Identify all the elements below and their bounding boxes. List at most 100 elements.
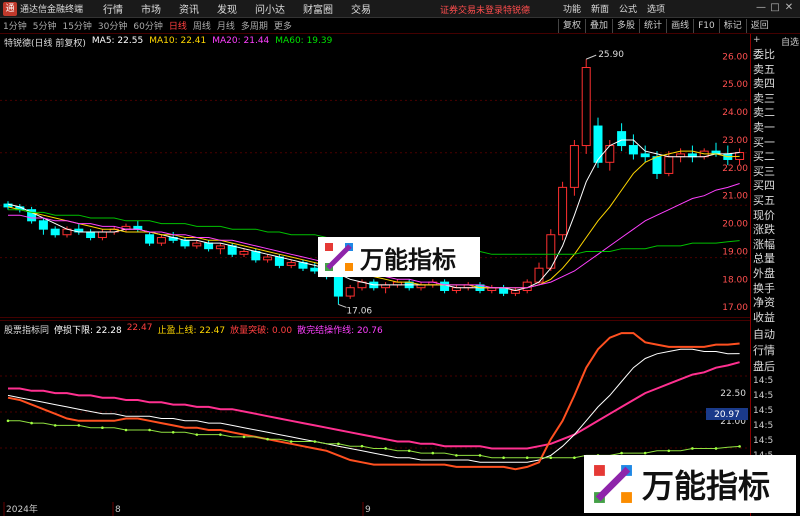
indicator-dot xyxy=(525,456,529,459)
options-button[interactable]: 选项 xyxy=(647,2,665,15)
indicator-dot xyxy=(77,424,81,427)
menu-item-trade[interactable]: 交易 xyxy=(351,1,371,16)
candle-body xyxy=(440,281,450,291)
tick-time: 14:5 xyxy=(753,406,774,416)
indicator-dot xyxy=(101,426,104,429)
candle-body xyxy=(215,245,225,250)
candle-body xyxy=(652,156,662,174)
menu-item-market[interactable]: 行情 xyxy=(103,1,123,16)
order-book-label: 卖四 xyxy=(753,77,775,91)
order-book-label: 收益 xyxy=(753,310,775,324)
candle-body xyxy=(227,245,237,255)
candle-body xyxy=(50,228,60,236)
price-axis-label: 24.00 xyxy=(722,108,748,118)
period-60min[interactable]: 60分钟 xyxy=(133,19,162,32)
date-axis-label: 8 xyxy=(115,505,121,515)
multi-stock-button[interactable]: 多股 xyxy=(612,19,639,33)
candle-body xyxy=(640,153,650,158)
sidebar-tab[interactable]: 自动 xyxy=(753,326,799,342)
login-status[interactable]: 证券交易未登录 xyxy=(440,3,503,16)
indicator-pink-line xyxy=(8,361,740,450)
price-axis-label: 18.00 xyxy=(722,275,748,285)
price-axis-label: 23.00 xyxy=(722,136,748,146)
indicator-operation-line: 散完结操作线: 20.76 xyxy=(297,326,383,336)
close-icon[interactable]: ✕ xyxy=(782,2,796,13)
indicator-dot xyxy=(219,433,222,436)
menu-item-assistant[interactable]: 问小达 xyxy=(255,1,285,16)
candle-body xyxy=(274,256,284,266)
order-book-label: 净资 xyxy=(753,296,775,310)
adjust-button[interactable]: 复权 xyxy=(558,19,585,33)
period-monthly[interactable]: 月线 xyxy=(217,19,235,32)
order-book-label: 换手 xyxy=(753,281,775,295)
high-price-label: 25.90 xyxy=(598,50,624,60)
price-axis-label: 21.00 xyxy=(722,192,748,202)
f10-button[interactable]: F10 xyxy=(693,19,719,33)
order-book-label: 买二 xyxy=(753,150,775,164)
low-price-label: 17.06 xyxy=(346,306,372,316)
candle-body xyxy=(156,237,166,244)
period-15min[interactable]: 15分钟 xyxy=(62,19,91,32)
period-multi[interactable]: 多周期 xyxy=(241,19,268,32)
candle-body xyxy=(251,250,261,261)
watermark-corner: 万能指标 xyxy=(584,455,796,513)
candle-body xyxy=(664,156,674,174)
period-daily[interactable]: 日线 xyxy=(169,19,187,32)
ma10-value: MA10: 22.41 xyxy=(149,36,207,46)
period-1min[interactable]: 1分钟 xyxy=(3,19,27,32)
indicator-dot xyxy=(171,431,175,434)
sidebar-tab[interactable]: 行情 xyxy=(753,342,799,358)
candle-body xyxy=(38,220,48,230)
candle-body xyxy=(97,231,107,239)
indicator-dot xyxy=(53,424,57,427)
watermark-text: 万能指标 xyxy=(360,245,456,274)
stats-button[interactable]: 统计 xyxy=(639,19,666,33)
period-5min[interactable]: 5分钟 xyxy=(33,19,57,32)
watermark-center: 万能指标 xyxy=(318,237,480,277)
order-book-label: 卖二 xyxy=(753,106,775,120)
draw-line-button[interactable]: 画线 xyxy=(666,19,693,33)
period-more[interactable]: 更多 xyxy=(274,19,292,32)
mark-button[interactable]: 标记 xyxy=(718,19,746,33)
order-book-label: 现价 xyxy=(753,208,775,222)
period-30min[interactable]: 30分钟 xyxy=(98,19,127,32)
low-pointer xyxy=(338,303,347,308)
period-weekly[interactable]: 周线 xyxy=(193,19,211,32)
overlay-button[interactable]: 叠加 xyxy=(585,19,612,33)
menu-item-wealth-circle[interactable]: 财富圈 xyxy=(303,1,333,16)
indicator-dot xyxy=(289,440,293,443)
menu-item-discover[interactable]: 发现 xyxy=(217,1,237,16)
menu-item-news[interactable]: 资讯 xyxy=(179,1,199,16)
indicator-name[interactable]: 股票指标同 xyxy=(4,323,49,336)
indicator-white-line xyxy=(7,348,740,463)
order-book-label: 总量 xyxy=(753,252,775,266)
candle-body xyxy=(617,131,627,147)
candle-body xyxy=(286,262,296,266)
menu-item-exchange[interactable]: 市场 xyxy=(141,1,161,16)
price-axis-label: 25.00 xyxy=(722,80,748,90)
quote-sidebar: + 自选 委比 卖五 卖四 卖三 卖二 卖一 买一 买二 买三 买四 买五 现价 涨跌 涨幅 总量 外盘 换手净… xyxy=(750,34,800,516)
maximize-icon[interactable]: □ xyxy=(768,2,782,13)
new-page-button[interactable]: 新面 xyxy=(591,2,609,15)
indicator-dot xyxy=(337,442,340,446)
candle-body xyxy=(345,287,355,297)
indicator-take-profit: 止盈上线: 22.47 xyxy=(157,326,226,336)
stock-name-label[interactable]: 特锐德 xyxy=(503,3,530,16)
price-axis-label: 20.00 xyxy=(722,220,748,230)
sidebar-tab[interactable]: 盘后 xyxy=(753,358,799,374)
order-book-label: 涨幅 xyxy=(753,237,775,251)
indicator-dot xyxy=(667,449,671,453)
date-axis-label: 9 xyxy=(365,505,371,515)
current-value-text: 20.97 xyxy=(714,410,740,420)
function-button[interactable]: 功能 xyxy=(563,2,581,15)
order-book-label: 卖五 xyxy=(753,62,775,76)
chart-tool-buttons: 复权 叠加 多股 统计 画线 F10 标记 返回 xyxy=(558,18,773,34)
date-axis-label: 2024年 xyxy=(6,503,38,515)
indicator-dot xyxy=(502,456,505,459)
back-button[interactable]: 返回 xyxy=(745,19,773,33)
app-logo-icon: 通 xyxy=(3,1,17,16)
formula-button[interactable]: 公式 xyxy=(619,2,637,15)
order-book-label: 买三 xyxy=(753,164,775,178)
minimize-icon[interactable]: — xyxy=(754,2,768,13)
candle-body xyxy=(86,231,96,239)
